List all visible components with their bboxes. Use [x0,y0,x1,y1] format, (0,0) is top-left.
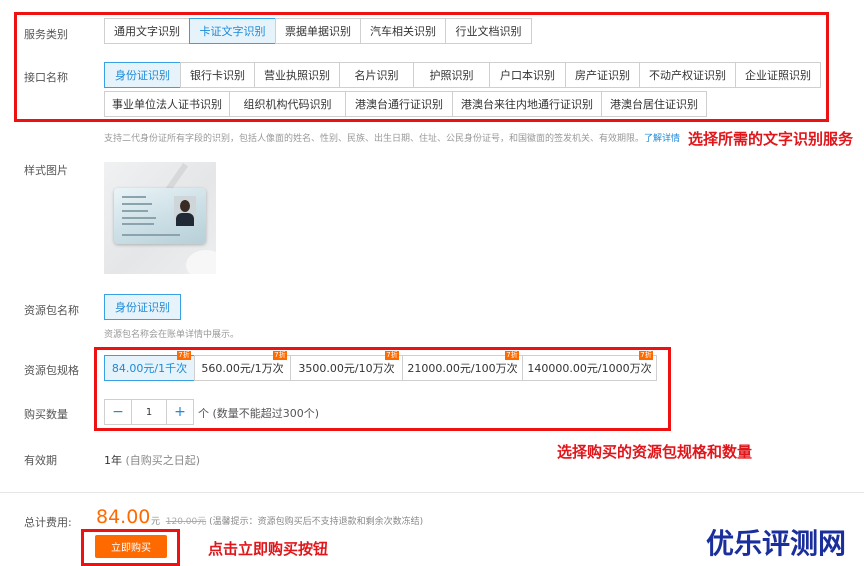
validity-label: 有效期 [24,454,57,467]
package-name-label: 资源包名称 [24,304,79,317]
annotation-click-buy: 点击立即购买按钮 [208,540,329,558]
original-price: 120.00元 [165,517,207,527]
annotation-select-spec: 选择购买的资源包规格和数量 [557,443,753,461]
site-watermark: 优乐评测网 [706,527,847,560]
learn-more-link[interactable]: 了解详情 [644,134,680,144]
footer-divider [0,492,864,493]
refund-notice: (温馨提示：资源包购买后不支持退款和剩余次数冻结) [209,517,424,527]
highlight-spec-box [94,347,671,431]
validity-value: 1年 (自购买之日起) [104,452,200,468]
price-currency: 元 [151,517,161,527]
highlight-buy-box [81,529,180,566]
validity-period: 1年 [104,454,122,467]
quantity-label: 购买数量 [24,408,68,421]
highlight-service-box [14,12,829,122]
package-spec-label: 资源包规格 [24,364,79,377]
id-card-sample-image [104,162,216,274]
total-price: 84.00 [96,506,151,528]
interface-description: 支持二代身份证所有字段的识别，包括人像面的姓名、性别、民族、出生日期、住址、公民… [104,131,680,144]
total-label: 总计费用: [24,516,72,529]
package-name-option[interactable]: 身份证识别 [104,294,181,320]
package-name-hint: 资源包名称会在账单详情中展示。 [104,330,240,340]
interface-description-text: 支持二代身份证所有字段的识别，包括人像面的姓名、性别、民族、出生日期、住址、公民… [104,134,645,144]
validity-note: (自购买之日起) [125,454,201,467]
price-details: 元 120.00元 (温馨提示：资源包购买后不支持退款和剩余次数冻结) [151,514,423,527]
annotation-select-service: 选择所需的文字识别服务 [688,130,854,148]
sample-image-label: 样式图片 [24,164,68,177]
